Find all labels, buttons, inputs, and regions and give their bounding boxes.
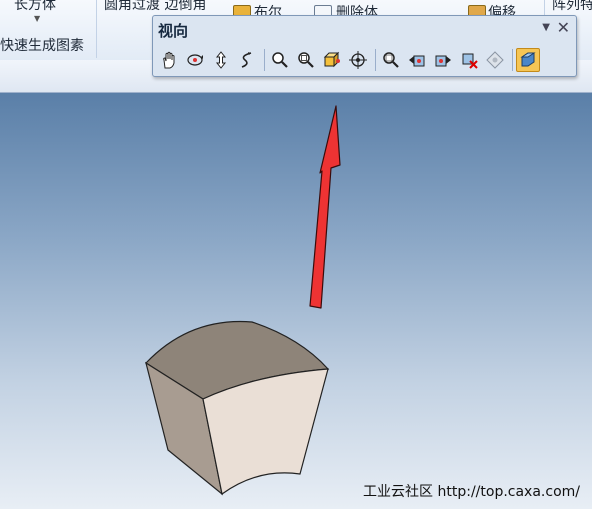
orbit-icon[interactable]: [183, 48, 207, 72]
watermark: 工业云社区 http://top.caxa.com/: [363, 484, 580, 500]
zoom-window-icon[interactable]: [294, 48, 318, 72]
next-view-icon[interactable]: [431, 48, 455, 72]
direction-arrow[interactable]: [309, 105, 341, 309]
ribbon-divider: [96, 0, 97, 58]
toolbar-divider: [512, 49, 513, 71]
view-box-icon[interactable]: [320, 48, 344, 72]
scene: [145, 105, 341, 496]
dynamic-rotate-icon[interactable]: [209, 48, 233, 72]
view-direction-icon[interactable]: [483, 48, 507, 72]
walk-icon[interactable]: [235, 48, 259, 72]
fillet-chamfer-label[interactable]: 圆角过渡 边倒角: [104, 0, 206, 14]
previous-view-icon[interactable]: [405, 48, 429, 72]
box-tool-label[interactable]: 长方体: [14, 0, 56, 14]
toolbar-divider: [264, 49, 265, 71]
close-icon[interactable]: ✕: [557, 18, 570, 37]
toolbar-buttons: [157, 46, 572, 74]
3d-viewport[interactable]: 工业云社区 http://top.caxa.com/: [0, 93, 592, 509]
clear-view-icon[interactable]: [457, 48, 481, 72]
focus-target-icon[interactable]: [346, 48, 370, 72]
view-toolbar[interactable]: 视向 ▼ ✕: [152, 15, 577, 77]
active-view-icon[interactable]: [516, 48, 540, 72]
quick-primitive-group-label: 快速生成图素: [0, 38, 84, 54]
toolbar-options-icon[interactable]: ▼: [542, 22, 550, 33]
toolbar-divider: [375, 49, 376, 71]
chevron-down-icon[interactable]: ▼: [34, 14, 40, 23]
pan-icon[interactable]: [157, 48, 181, 72]
zoom-icon[interactable]: [268, 48, 292, 72]
zoom-fit-icon[interactable]: [379, 48, 403, 72]
toolbar-title[interactable]: 视向: [158, 20, 188, 41]
array-label[interactable]: 阵列特: [552, 0, 592, 14]
